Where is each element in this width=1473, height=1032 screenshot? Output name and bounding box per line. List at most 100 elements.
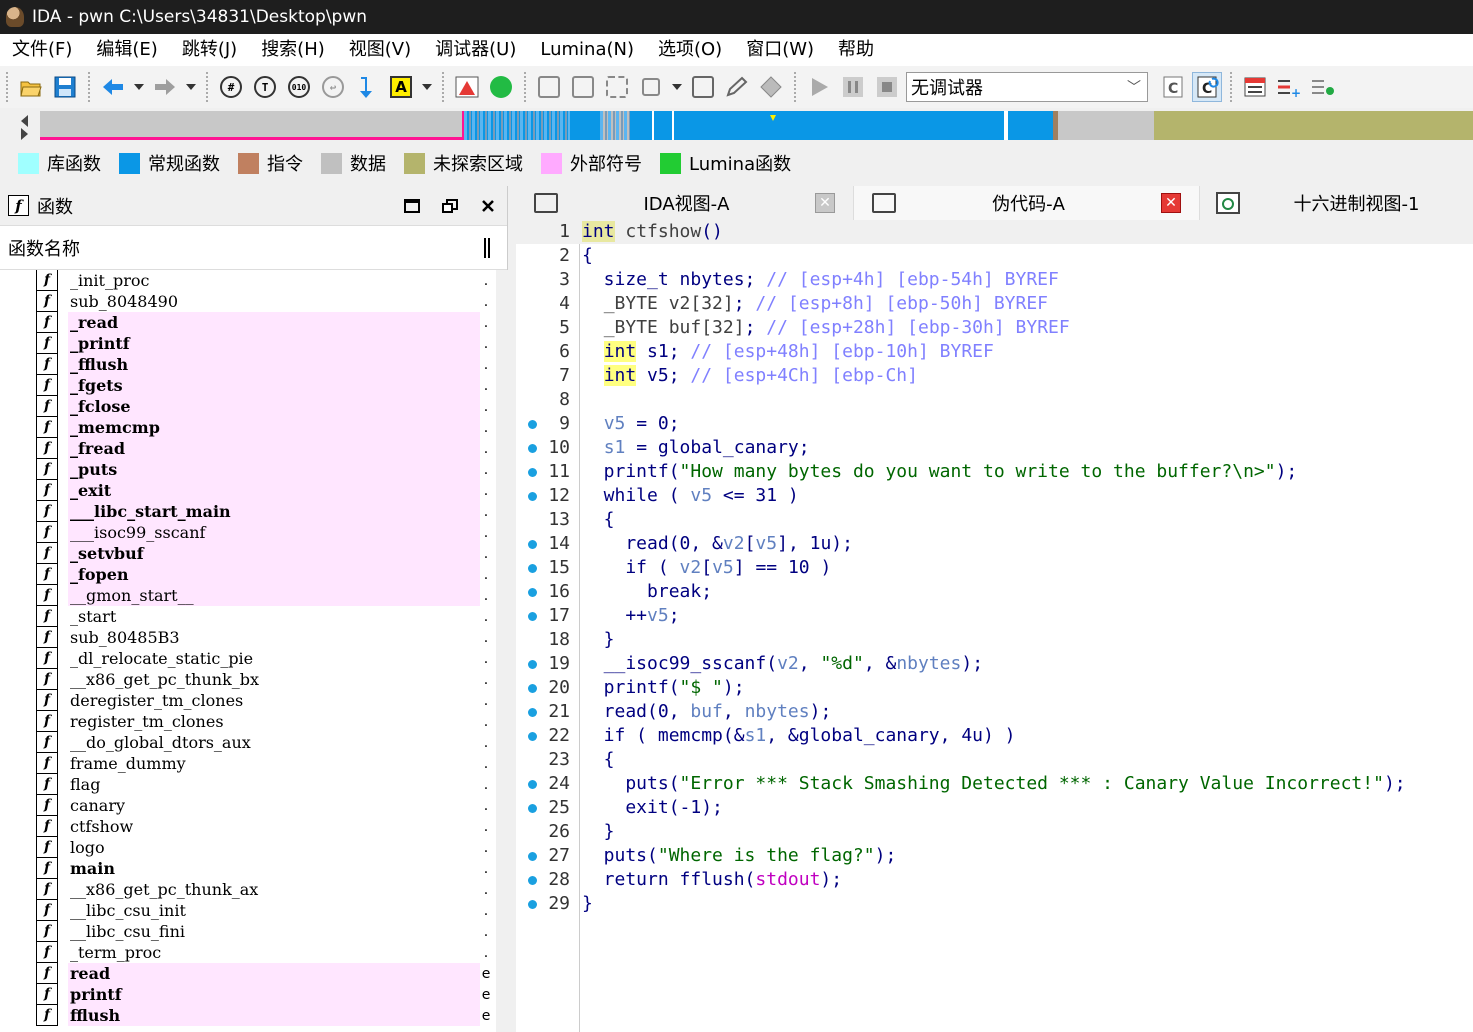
function-list-item[interactable]: f sub_80485B3.: [36, 627, 492, 648]
text-color-button[interactable]: A: [386, 72, 416, 102]
menu-jump[interactable]: 跳转(J): [170, 34, 249, 66]
make-array-button[interactable]: [602, 72, 632, 102]
tracing-list-button[interactable]: [1308, 72, 1338, 102]
function-list-item[interactable]: f printf e: [36, 984, 492, 1005]
pseudocode-editor[interactable]: 1 int ctfshow() 2{3 size_t nbytes; // [esp…: [516, 220, 1473, 1032]
function-list-item[interactable]: f _printf.: [36, 333, 492, 354]
function-list-item[interactable]: f logo.: [36, 837, 492, 858]
function-list-item[interactable]: f fflush e: [36, 1005, 492, 1026]
code-line[interactable]: 27 puts("Where is the flag?");: [516, 844, 1473, 868]
make-data-button[interactable]: [568, 72, 598, 102]
function-list-item[interactable]: f flag.: [36, 774, 492, 795]
edit-function-button[interactable]: [722, 72, 752, 102]
code-line[interactable]: 17 ++v5;: [516, 604, 1473, 628]
proximity-button[interactable]: ↩: [318, 72, 348, 102]
toolbar-grip[interactable]: [6, 72, 8, 102]
breakpoint-dot-icon[interactable]: [528, 564, 537, 573]
code-line[interactable]: 18 }: [516, 628, 1473, 652]
code-line[interactable]: 25 exit(-1);: [516, 796, 1473, 820]
menu-file[interactable]: 文件(F): [0, 34, 84, 66]
breakpoint-dot-icon[interactable]: [528, 660, 537, 669]
function-list-scrollbar[interactable]: [496, 270, 508, 1032]
breakpoint-dot-icon[interactable]: [528, 468, 537, 477]
breakpoint-dot-icon[interactable]: [528, 900, 537, 909]
breakpoint-dot-icon[interactable]: [528, 612, 537, 621]
breakpoint-dot-icon[interactable]: [528, 540, 537, 549]
breakpoint-dot-icon[interactable]: [528, 588, 537, 597]
code-line[interactable]: 16 break;: [516, 580, 1473, 604]
code-line[interactable]: 6 int s1; // [esp+48h] [ebp-10h] BYREF: [516, 340, 1473, 364]
function-list-item[interactable]: f main.: [36, 858, 492, 879]
function-list-item[interactable]: f __x86_get_pc_thunk_ax.: [36, 879, 492, 900]
forward-button[interactable]: [150, 72, 180, 102]
function-list-item[interactable]: f sub_8048490.: [36, 291, 492, 312]
function-list-item[interactable]: f __libc_csu_init.: [36, 900, 492, 921]
menu-edit[interactable]: 编辑(E): [84, 34, 169, 66]
code-line[interactable]: 3 size_t nbytes; // [esp+4h] [ebp-54h] B…: [516, 268, 1473, 292]
forward-history-dropdown[interactable]: [186, 84, 196, 90]
function-list-item[interactable]: f ctfshow.: [36, 816, 492, 837]
add-breakpoint-list-button[interactable]: +: [1274, 72, 1304, 102]
hex-view-button[interactable]: 010: [284, 72, 314, 102]
code-line[interactable]: 19 __isoc99_sscanf(v2, "%d", &nbytes);: [516, 652, 1473, 676]
make-code-button[interactable]: [534, 72, 564, 102]
function-list-item[interactable]: f _fopen.: [36, 564, 492, 585]
float-button[interactable]: [431, 191, 469, 221]
undefine-button[interactable]: [756, 72, 786, 102]
function-list-item[interactable]: f _fread.: [36, 438, 492, 459]
function-list-item[interactable]: f _memcmp.: [36, 417, 492, 438]
function-list-item[interactable]: f _exit.: [36, 480, 492, 501]
function-list-item[interactable]: f _setvbuf.: [36, 543, 492, 564]
menu-debugger[interactable]: 调试器(U): [423, 34, 528, 66]
code-line[interactable]: 9 v5 = 0;: [516, 412, 1473, 436]
breakpoint-dot-icon[interactable]: [528, 684, 537, 693]
struct-dropdown[interactable]: [672, 84, 682, 90]
function-list-item[interactable]: f ___libc_start_main.: [36, 501, 492, 522]
function-list-item[interactable]: f __x86_get_pc_thunk_bx.: [36, 669, 492, 690]
tab-pseudocode[interactable]: 伪代码-A ✕: [854, 186, 1200, 220]
menu-lumina[interactable]: Lumina(N): [528, 34, 646, 66]
code-line[interactable]: 11 printf("How many bytes do you want to…: [516, 460, 1473, 484]
nav-scroll-arrows-icon[interactable]: [18, 112, 32, 142]
breakpoint-dot-icon[interactable]: [528, 876, 537, 885]
pause-debug-button[interactable]: [838, 72, 868, 102]
code-line[interactable]: 23 {: [516, 748, 1473, 772]
back-button[interactable]: [98, 72, 128, 102]
code-line[interactable]: 24 puts("Error *** Stack Smashing Detect…: [516, 772, 1473, 796]
start-debug-button[interactable]: [804, 72, 834, 102]
function-list-item[interactable]: f __do_global_dtors_aux.: [36, 732, 492, 753]
run-button[interactable]: [486, 72, 516, 102]
function-list-item[interactable]: f _fflush.: [36, 354, 492, 375]
code-line[interactable]: 10 s1 = global_canary;: [516, 436, 1473, 460]
function-list-item[interactable]: f _puts.: [36, 459, 492, 480]
function-list-item[interactable]: f canary.: [36, 795, 492, 816]
code-line[interactable]: 21 read(0, buf, nbytes);: [516, 700, 1473, 724]
code-line[interactable]: 4 _BYTE v2[32]; // [esp+8h] [ebp-50h] BY…: [516, 292, 1473, 316]
maximize-button[interactable]: [393, 191, 431, 221]
sync-c-button[interactable]: C: [1192, 72, 1222, 102]
function-list-item[interactable]: f read e: [36, 963, 492, 984]
function-list-item[interactable]: f _init_proc.: [36, 270, 492, 291]
save-button[interactable]: [50, 72, 80, 102]
menu-windows[interactable]: 窗口(W): [734, 34, 826, 66]
menu-options[interactable]: 选项(O): [646, 34, 734, 66]
function-list-item[interactable]: f deregister_tm_clones.: [36, 690, 492, 711]
function-list-item[interactable]: f _fclose.: [36, 396, 492, 417]
code-line[interactable]: 14 read(0, &v2[v5], 1u);: [516, 532, 1473, 556]
code-line[interactable]: 15 if ( v2[v5] == 10 ): [516, 556, 1473, 580]
function-list-item[interactable]: f _fgets.: [36, 375, 492, 396]
code-line[interactable]: 26 }: [516, 820, 1473, 844]
function-list-item[interactable]: f ___isoc99_sscanf.: [36, 522, 492, 543]
code-line[interactable]: 29}: [516, 892, 1473, 916]
decompile-c-button[interactable]: C: [1158, 72, 1188, 102]
breakpoint-dot-icon[interactable]: [528, 780, 537, 789]
graph-view-button[interactable]: #: [216, 72, 246, 102]
list-red-button[interactable]: [1240, 72, 1270, 102]
function-list-item[interactable]: f _start.: [36, 606, 492, 627]
function-list-item[interactable]: f _dl_relocate_static_pie.: [36, 648, 492, 669]
code-line[interactable]: 12 while ( v5 <= 31 ): [516, 484, 1473, 508]
breakpoint-dot-icon[interactable]: [528, 444, 537, 453]
menu-help[interactable]: 帮助: [826, 34, 886, 66]
function-bounds-button[interactable]: [688, 72, 718, 102]
text-color-dropdown[interactable]: [422, 84, 432, 90]
